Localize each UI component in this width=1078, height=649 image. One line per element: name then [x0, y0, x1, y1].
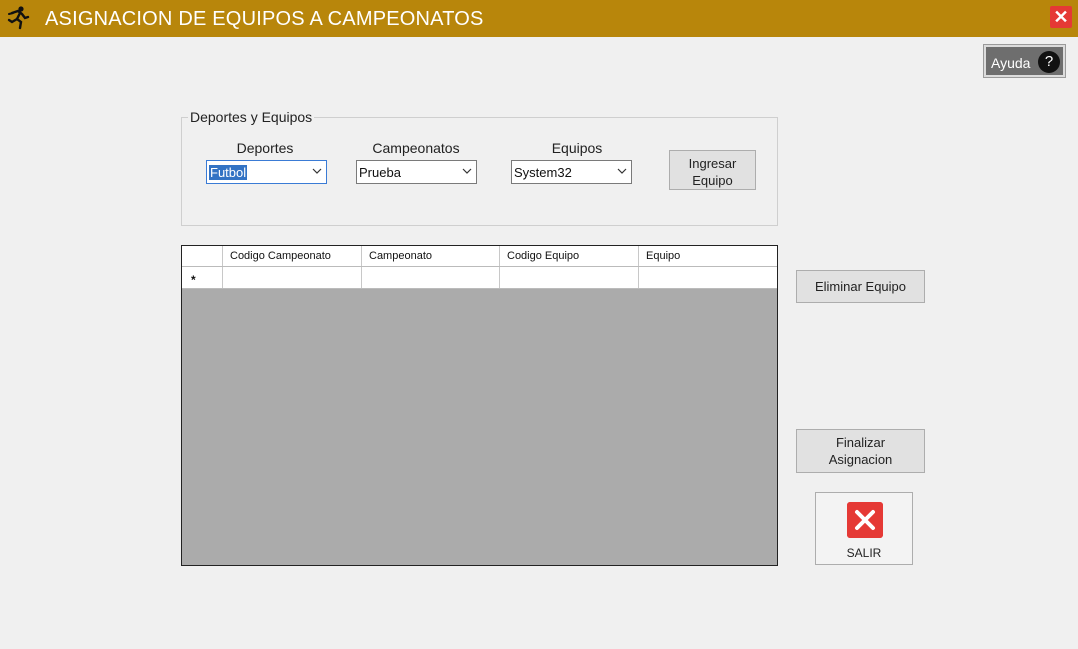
finalizar-label-line1: Finalizar — [835, 435, 886, 450]
salir-button[interactable]: SALIR — [815, 492, 913, 565]
deportes-select[interactable]: Futbol — [206, 160, 327, 184]
table-cell[interactable] — [362, 267, 500, 288]
question-icon: ? — [1038, 51, 1060, 73]
new-row-marker: * — [182, 267, 223, 288]
finalizar-label-line2: Asignacion — [828, 452, 893, 467]
row-header-corner — [182, 246, 223, 266]
salir-label: SALIR — [846, 546, 882, 560]
window-title: ASIGNACION DE EQUIPOS A CAMPEONATOS — [45, 8, 484, 30]
equipos-value: System32 — [514, 165, 572, 180]
deportes-value: Futbol — [209, 165, 248, 180]
ingresar-label-line1: Ingresar — [688, 156, 737, 171]
campeonatos-value: Prueba — [359, 165, 401, 180]
help-button[interactable]: Ayuda ? — [983, 44, 1066, 78]
equipos-select[interactable]: System32 — [511, 160, 632, 184]
deportes-label: Deportes — [236, 140, 294, 156]
grid-header: Codigo Campeonato Campeonato Codigo Equi… — [182, 246, 777, 267]
table-row-new[interactable]: * — [182, 267, 777, 289]
campeonatos-label: Campeonatos — [372, 140, 460, 156]
table-cell[interactable] — [639, 267, 777, 288]
runner-icon — [7, 6, 30, 30]
assignments-grid[interactable]: Codigo Campeonato Campeonato Codigo Equi… — [181, 245, 778, 566]
column-header[interactable]: Campeonato — [362, 246, 500, 266]
close-icon: ✕ — [1053, 7, 1069, 27]
eliminar-label: Eliminar Equipo — [814, 279, 907, 294]
chevron-down-icon — [462, 168, 472, 174]
sports-teams-group: Deportes y Equipos Deportes Futbol Campe… — [181, 109, 778, 226]
ingresar-equipo-button[interactable]: Ingresar Equipo — [669, 150, 756, 190]
group-title: Deportes y Equipos — [188, 109, 315, 125]
title-bar: ASIGNACION DE EQUIPOS A CAMPEONATOS ✕ — [0, 0, 1078, 37]
equipos-label: Equipos — [551, 140, 603, 156]
ingresar-label-line2: Equipo — [692, 173, 733, 188]
help-label: Ayuda — [991, 55, 1031, 71]
close-button[interactable]: ✕ — [1050, 6, 1072, 28]
help-button-face: Ayuda ? — [986, 47, 1063, 75]
table-cell[interactable] — [500, 267, 639, 288]
close-icon — [847, 502, 883, 538]
chevron-down-icon — [617, 168, 627, 174]
eliminar-equipo-button[interactable]: Eliminar Equipo — [796, 270, 925, 303]
campeonatos-select[interactable]: Prueba — [356, 160, 477, 184]
column-header[interactable]: Codigo Campeonato — [223, 246, 362, 266]
chevron-down-icon — [312, 168, 322, 174]
column-header[interactable]: Codigo Equipo — [500, 246, 639, 266]
finalizar-asignacion-button[interactable]: Finalizar Asignacion — [796, 429, 925, 473]
table-cell[interactable] — [223, 267, 362, 288]
column-header[interactable]: Equipo — [639, 246, 777, 266]
